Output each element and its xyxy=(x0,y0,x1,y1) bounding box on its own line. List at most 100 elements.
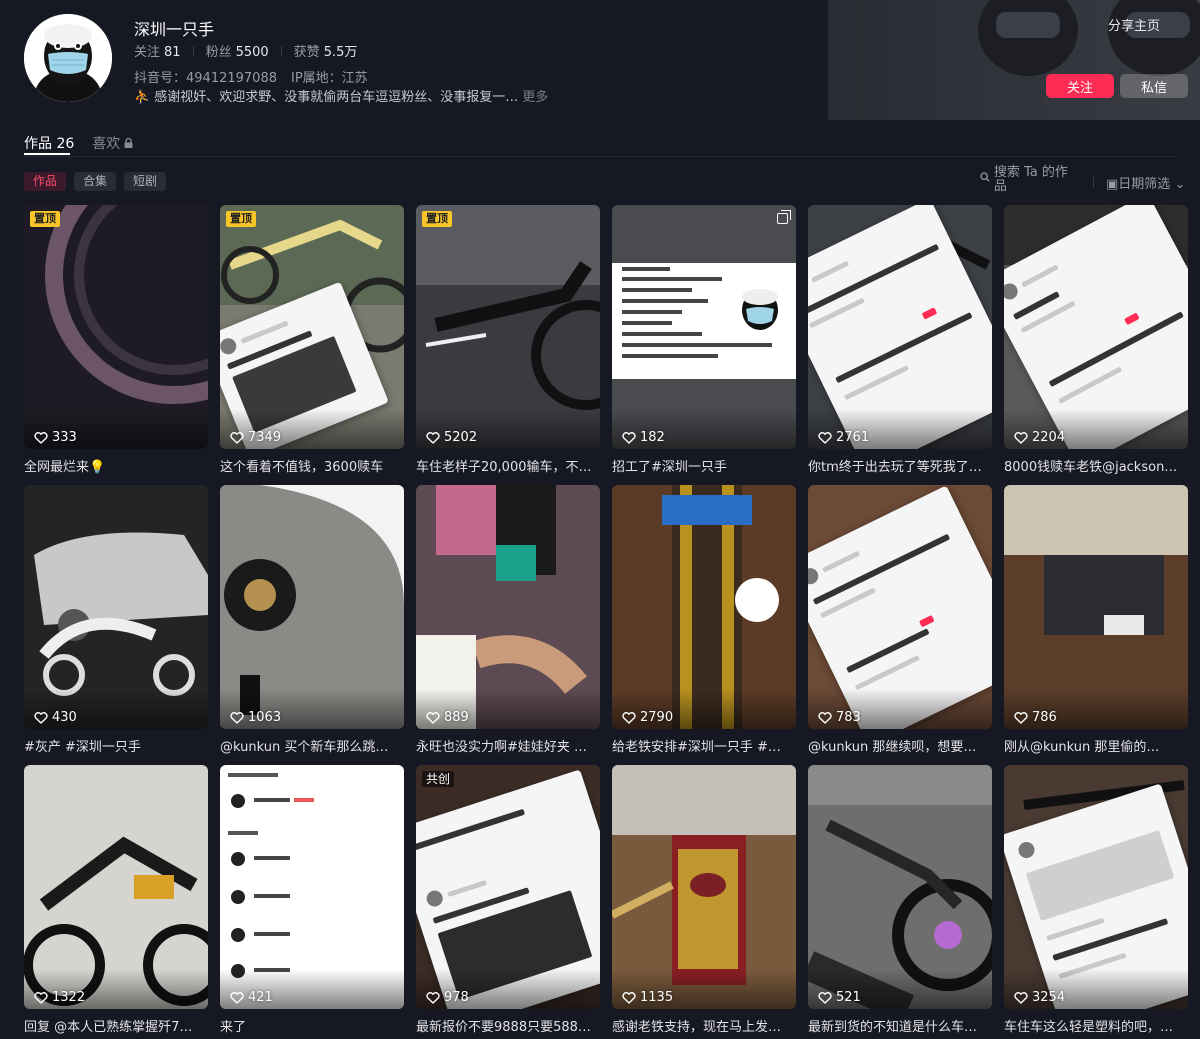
video-grid: 置顶 333 全网最烂来💡 置顶 7349 这个看着不值钱，3600赎车 置顶 … xyxy=(24,205,1188,1039)
like-count-value: 421 xyxy=(248,990,273,1005)
video-card[interactable]: 共创 978 最新报价不要9888只要588… xyxy=(416,765,600,1039)
like-count-value: 333 xyxy=(52,430,77,445)
follow-button[interactable]: 关注 xyxy=(1046,74,1114,98)
tab-likes[interactable]: 喜欢 xyxy=(92,131,133,155)
video-caption[interactable]: #灰产 #深圳一只手 xyxy=(24,736,208,755)
like-count: 783 xyxy=(818,710,861,725)
video-card[interactable]: 430 #灰产 #深圳一只手 xyxy=(24,485,208,765)
video-thumbnail[interactable]: 430 xyxy=(24,485,208,729)
video-thumbnail[interactable]: 置顶 7349 xyxy=(220,205,404,449)
video-card[interactable]: 置顶 5202 车住老样子20,000输车，不… xyxy=(416,205,600,485)
profile-stats: 关注 81 粉丝 5500 获赞 5.5万 xyxy=(134,41,357,60)
works-subtabs: 作品 合集 短剧 xyxy=(24,172,167,191)
image-set-icon xyxy=(777,210,791,224)
subtab-collections[interactable]: 合集 xyxy=(74,172,117,191)
video-caption[interactable]: 给老铁安排#深圳一只手 #… xyxy=(612,736,796,755)
video-caption[interactable]: @kunkun 买个新车那么跳… xyxy=(220,736,404,755)
video-card[interactable]: 2761 你tm终于出去玩了等死我了… xyxy=(808,205,992,485)
video-caption[interactable]: 刚从@kunkun 那里偷的… xyxy=(1004,736,1188,755)
following-stat[interactable]: 关注 81 xyxy=(134,45,181,60)
subtab-short-dramas[interactable]: 短剧 xyxy=(124,172,167,191)
video-card[interactable]: 786 刚从@kunkun 那里偷的… xyxy=(1004,485,1188,765)
video-caption[interactable]: 招工了#深圳一只手 xyxy=(612,456,796,475)
followers-stat[interactable]: 粉丝 5500 xyxy=(206,45,269,60)
subtab-works[interactable]: 作品 xyxy=(24,172,67,191)
douyin-id: 抖音号：49412197088 xyxy=(134,71,277,86)
like-count-value: 889 xyxy=(444,710,469,725)
likes-label: 获赞 xyxy=(293,45,320,60)
video-thumbnail[interactable]: 2204 xyxy=(1004,205,1188,449)
like-count-value: 5202 xyxy=(444,430,478,445)
avatar[interactable] xyxy=(24,14,112,102)
like-count: 1063 xyxy=(230,710,281,725)
date-filter-dropdown[interactable]: ▣日期筛选 ⌄ xyxy=(1106,173,1185,192)
video-thumbnail[interactable]: 3254 xyxy=(1004,765,1188,1009)
video-caption[interactable]: 8000钱赎车老铁@jackson… xyxy=(1004,456,1188,475)
image-set-icon xyxy=(385,770,399,784)
video-caption[interactable]: 这个看着不值钱，3600赎车 xyxy=(220,456,404,475)
video-thumbnail[interactable]: 1063 xyxy=(220,485,404,729)
video-caption[interactable]: @kunkun 那继续呗，想要… xyxy=(808,736,992,755)
like-count: 7349 xyxy=(230,430,281,445)
video-thumbnail[interactable]: 783 xyxy=(808,485,992,729)
video-card[interactable]: 1063 @kunkun 买个新车那么跳… xyxy=(220,485,404,765)
video-card[interactable]: 置顶 333 全网最烂来💡 xyxy=(24,205,208,485)
heart-icon xyxy=(1014,711,1028,724)
video-card[interactable]: 889 永旺也没实力啊#娃娃好夹 … xyxy=(416,485,600,765)
bio: ⛹ 感谢视奸、欢迎求野、没事就偷两台车逗逗粉丝、没事报复一… 更多 xyxy=(134,86,548,105)
video-caption[interactable]: 感谢老铁支持，现在马上发… xyxy=(612,1016,796,1035)
video-card[interactable]: 783 @kunkun 那继续呗，想要… xyxy=(808,485,992,765)
bio-more-link[interactable]: 更多 xyxy=(522,90,548,105)
video-thumbnail[interactable]: 置顶 5202 xyxy=(416,205,600,449)
video-thumbnail[interactable]: 421 xyxy=(220,765,404,1009)
video-caption[interactable]: 最新报价不要9888只要588… xyxy=(416,1016,600,1035)
pinned-badge: 置顶 xyxy=(30,211,60,227)
video-thumbnail[interactable]: 1135 xyxy=(612,765,796,1009)
video-thumbnail[interactable]: 2761 xyxy=(808,205,992,449)
video-caption[interactable]: 车住车这么轻是塑料的吧，… xyxy=(1004,1016,1188,1035)
video-caption[interactable]: 你tm终于出去玩了等死我了… xyxy=(808,456,992,475)
search-icon xyxy=(980,172,990,182)
tab-works[interactable]: 作品 26 xyxy=(24,131,74,155)
video-caption[interactable]: 来了 xyxy=(220,1016,404,1035)
video-card[interactable]: 2204 8000钱赎车老铁@jackson… xyxy=(1004,205,1188,485)
person-icon: ⛹ xyxy=(134,90,151,105)
video-thumbnail[interactable]: 1322 xyxy=(24,765,208,1009)
like-count-value: 521 xyxy=(836,990,861,1005)
video-card[interactable]: 3254 车住车这么轻是塑料的吧，… xyxy=(1004,765,1188,1039)
video-thumbnail[interactable]: 共创 978 xyxy=(416,765,600,1009)
video-card[interactable]: 521 最新到货的不知道是什么车… xyxy=(808,765,992,1039)
like-count-value: 2204 xyxy=(1032,430,1066,445)
calendar-icon: ▣ xyxy=(1106,177,1119,192)
share-profile-link[interactable]: 分享主页 xyxy=(1108,15,1160,34)
video-thumbnail[interactable]: 182 xyxy=(612,205,796,449)
video-card[interactable]: 2790 给老铁安排#深圳一只手 #… xyxy=(612,485,796,765)
video-thumbnail[interactable]: 521 xyxy=(808,765,992,1009)
search-works-button[interactable]: 搜索 Ta 的作品 xyxy=(980,166,1080,194)
heart-icon xyxy=(426,431,440,444)
video-caption[interactable]: 全网最烂来💡 xyxy=(24,456,208,475)
video-card[interactable]: 1135 感谢老铁支持，现在马上发… xyxy=(612,765,796,1039)
heart-icon xyxy=(34,991,48,1004)
profile-tabs: 作品 26 喜欢 xyxy=(24,131,133,155)
video-caption[interactable]: 最新到货的不知道是什么车… xyxy=(808,1016,992,1035)
heart-icon xyxy=(622,711,636,724)
video-thumbnail[interactable]: 2790 xyxy=(612,485,796,729)
video-thumbnail[interactable]: 786 xyxy=(1004,485,1188,729)
video-card[interactable]: 1322 回复 @本人已熟练掌握歼7… xyxy=(24,765,208,1039)
video-caption[interactable]: 回复 @本人已熟练掌握歼7… xyxy=(24,1016,208,1035)
date-filter-label: 日期筛选 xyxy=(1118,177,1171,192)
heart-icon xyxy=(622,991,636,1004)
like-count: 889 xyxy=(426,710,469,725)
video-thumbnail[interactable]: 置顶 333 xyxy=(24,205,208,449)
message-button[interactable]: 私信 xyxy=(1120,74,1188,98)
video-card[interactable]: 182 招工了#深圳一只手 xyxy=(612,205,796,485)
like-count: 786 xyxy=(1014,710,1057,725)
video-caption[interactable]: 永旺也没实力啊#娃娃好夹 … xyxy=(416,736,600,755)
search-works-label: 搜索 Ta 的作品 xyxy=(993,165,1068,194)
ip-location: IP属地：江苏 xyxy=(290,71,368,86)
video-caption[interactable]: 车住老样子20,000输车，不… xyxy=(416,456,600,475)
video-card[interactable]: 置顶 7349 这个看着不值钱，3600赎车 xyxy=(220,205,404,485)
video-thumbnail[interactable]: 889 xyxy=(416,485,600,729)
video-card[interactable]: 421 来了 xyxy=(220,765,404,1039)
